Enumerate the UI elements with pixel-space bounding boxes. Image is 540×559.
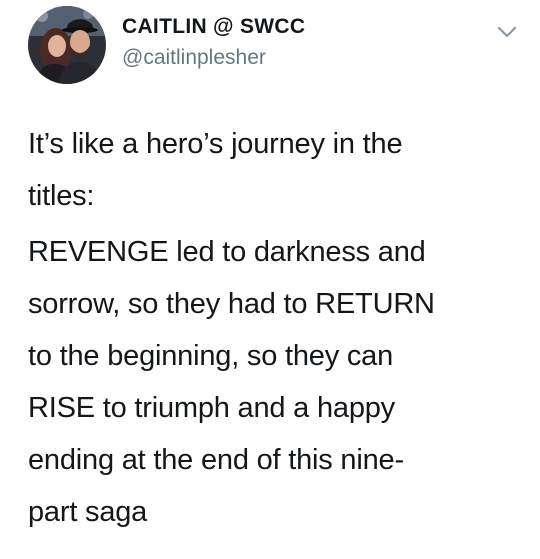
tweet: CAITLIN @ SWCC @caitlinplesher It’s like… [0, 0, 540, 559]
profile-photo-icon [28, 6, 106, 84]
tweet-text: It’s like a hero’s journey in the titles… [28, 118, 528, 538]
user-handle[interactable]: @caitlinplesher [122, 44, 305, 72]
tweet-header: CAITLIN @ SWCC @caitlinplesher [28, 6, 528, 86]
tweet-paragraph-2: REVENGE led to darkness and sorrow, so t… [28, 236, 435, 528]
chevron-down-icon [497, 26, 517, 38]
author-names: CAITLIN @ SWCC @caitlinplesher [122, 14, 305, 72]
tweet-menu-button[interactable] [496, 24, 518, 40]
display-name[interactable]: CAITLIN @ SWCC [122, 14, 305, 40]
avatar[interactable] [28, 6, 106, 84]
tweet-paragraph-1: It’s like a hero’s journey in the titles… [28, 128, 403, 212]
